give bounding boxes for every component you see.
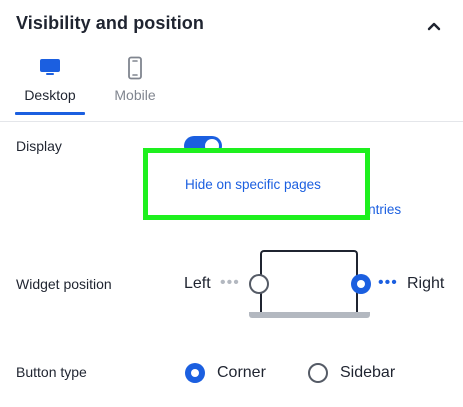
sidebar-radio[interactable] — [308, 363, 328, 383]
desktop-icon — [38, 56, 62, 83]
tab-desktop-label: Desktop — [24, 87, 76, 103]
tab-mobile[interactable]: Mobile — [100, 56, 170, 114]
position-left-label: Left — [184, 275, 211, 292]
section-title: Visibility and position — [16, 13, 204, 33]
monitor-illustration — [260, 250, 358, 313]
laptop-base — [249, 312, 370, 318]
position-left-radio[interactable] — [249, 274, 269, 294]
tab-mobile-label: Mobile — [114, 87, 156, 103]
left-dots: ••• — [220, 274, 240, 291]
tab-desktop[interactable]: Desktop — [15, 56, 85, 115]
right-dots: ••• — [378, 274, 398, 291]
button-type-label: Button type — [16, 364, 87, 380]
mobile-icon — [126, 56, 144, 85]
position-right-label: Right — [407, 275, 445, 292]
corner-radio[interactable] — [185, 363, 205, 383]
chevron-up-icon[interactable] — [424, 16, 444, 36]
sidebar-option-label: Sidebar — [340, 364, 396, 381]
hide-pages-link[interactable]: Hide on specific pages — [185, 177, 321, 192]
tabs-divider — [0, 121, 463, 122]
radio-dot — [191, 369, 199, 377]
active-tab-indicator — [15, 112, 85, 115]
radio-dot — [357, 280, 365, 288]
position-right-radio[interactable] — [351, 274, 371, 294]
widget-position-label: Widget position — [16, 276, 112, 292]
corner-option-label: Corner — [217, 364, 266, 381]
display-label: Display — [16, 138, 62, 154]
